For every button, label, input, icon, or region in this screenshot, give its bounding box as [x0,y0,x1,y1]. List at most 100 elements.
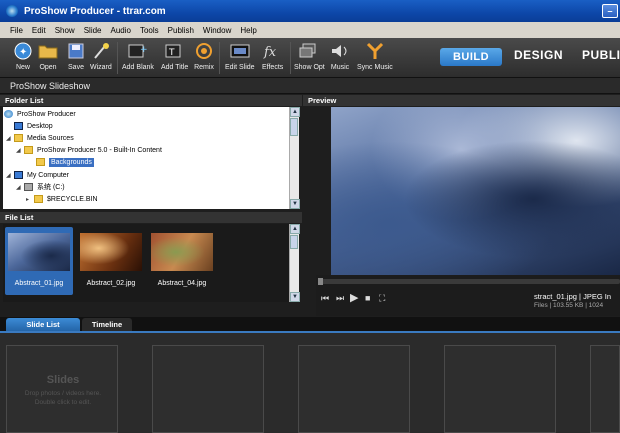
menu-help[interactable]: Help [240,26,256,35]
menu-show[interactable]: Show [55,26,75,35]
collapse-arrow-icon[interactable]: ◢ [16,147,22,154]
file-item[interactable]: Abstract_04.jpg [148,227,216,295]
preview-header: Preview [303,95,620,106]
file-list-scrollbar[interactable]: ▲ ▼ [289,224,300,302]
preview-file-meta: Files | 103.55 KB | 1024 [534,302,604,309]
folder-list-header: Folder List [0,95,302,106]
menu-audio[interactable]: Audio [111,26,131,35]
scroll-thumb[interactable] [290,235,298,249]
tree-item-recycle-bin[interactable]: ▸ $RECYCLE.BIN [26,193,98,205]
wizard-icon [91,41,111,61]
remix-button[interactable]: Remix [194,41,214,71]
tree-item-built-in-content[interactable]: ◢ ProShow Producer 5.0 - Built-In Conten… [16,144,162,156]
collapse-arrow-icon[interactable]: ◢ [6,172,12,179]
music-button[interactable]: Music [330,41,350,71]
slide-slot[interactable] [298,345,410,433]
sync-music-icon [365,41,385,61]
minimize-button[interactable]: – [602,4,618,18]
scroll-up-icon[interactable]: ▲ [290,107,300,117]
tree-item-backgrounds[interactable]: Backgrounds [36,156,94,168]
menu-publish[interactable]: Publish [168,26,194,35]
slide-slot[interactable]: Slides Drop photos / videos here. Double… [6,345,118,433]
menu-file[interactable]: File [10,26,23,35]
menu-bar: File Edit Show Slide Audio Tools Publish… [0,22,620,38]
folder-list-scrollbar[interactable]: ▲ ▼ [289,107,300,209]
tree-item-desktop[interactable]: Desktop [14,120,53,132]
effects-icon: fx [263,41,283,61]
menu-window[interactable]: Window [203,26,231,35]
wizard-button[interactable]: Wizard [90,41,112,71]
tree-item-my-computer[interactable]: ◢ My Computer [6,169,69,181]
window-controls: – [602,4,618,18]
menu-tools[interactable]: Tools [140,26,159,35]
file-thumbnail [8,233,70,271]
file-item[interactable]: Abstract_01.jpg [5,227,73,295]
effects-button[interactable]: fx Effects [262,41,283,71]
file-item[interactable]: Abstract_02.jpg [77,227,145,295]
expand-arrow-icon[interactable]: ▸ [26,196,32,203]
folder-icon [24,146,33,154]
tree-item-proshow-producer[interactable]: ProShow Producer [4,108,76,120]
window-title: ProShow Producer - ttrar.com [24,5,166,17]
toolbar-separator [117,42,118,74]
preview-seek-bar[interactable] [318,278,620,285]
edit-slide-button[interactable]: Edit Slide [225,41,255,71]
music-icon [330,41,350,61]
folder-tree: ProShow Producer Desktop ◢ Media Sources… [3,107,289,209]
slide-slot[interactable] [152,345,264,433]
media-sources-icon [14,134,23,142]
desktop-icon [14,122,23,130]
seek-knob[interactable] [318,278,323,285]
add-blank-button[interactable]: + Add Blank [122,41,154,71]
tree-item-drive-c[interactable]: ◢ 系统 (C:) [16,181,65,193]
step-back-icon[interactable]: ⏭ [336,293,344,304]
project-title: ProShow Slideshow [0,78,620,94]
stop-icon[interactable]: ■ [365,293,370,303]
scroll-down-icon[interactable]: ▼ [290,199,300,209]
app-icon [6,5,18,17]
tree-item-media-sources[interactable]: ◢ Media Sources [6,132,74,144]
design-mode-button[interactable]: DESIGN [514,48,563,62]
skip-back-icon[interactable]: ⏮ [321,293,329,304]
menu-edit[interactable]: Edit [32,26,46,35]
scroll-up-icon[interactable]: ▲ [290,224,300,234]
show-options-button[interactable]: Show Opt [294,41,325,71]
save-button[interactable]: Save [66,41,86,71]
tab-slide-list[interactable]: Slide List [6,318,80,331]
file-list-header: File List [0,212,302,223]
build-mode-button[interactable]: BUILD [440,48,502,66]
remix-icon [194,41,214,61]
collapse-arrow-icon[interactable]: ◢ [6,135,12,142]
svg-text:✦: ✦ [19,47,27,58]
computer-icon [14,171,23,179]
scroll-thumb[interactable] [290,118,298,136]
sync-music-button[interactable]: Sync Music [357,41,393,71]
fullscreen-icon[interactable]: ⛶ [379,293,385,304]
open-folder-icon [38,41,58,61]
publish-mode-button[interactable]: PUBLIS [582,48,620,62]
open-button[interactable]: Open [38,41,58,71]
svg-text:fx: fx [263,45,277,59]
svg-text:+: + [140,45,148,55]
tab-timeline[interactable]: Timeline [82,318,132,331]
play-icon[interactable]: ▶ [350,291,358,304]
folder-icon [36,158,45,166]
scroll-down-icon[interactable]: ▼ [290,292,300,302]
add-blank-icon: + [128,41,148,61]
globe-icon [4,110,13,118]
file-list: Abstract_01.jpg Abstract_02.jpg Abstract… [3,224,289,302]
menu-slide[interactable]: Slide [84,26,102,35]
new-icon: ✦ [13,41,33,61]
add-title-button[interactable]: T Add Title [161,41,188,71]
title-bar: ProShow Producer - ttrar.com – [0,0,620,22]
show-options-icon [299,41,319,61]
slide-list-area[interactable]: Slides Drop photos / videos here. Double… [0,331,620,433]
add-title-icon: T [165,41,185,61]
file-thumbnail [80,233,142,271]
new-button[interactable]: ✦ New [13,41,33,71]
collapse-arrow-icon[interactable]: ◢ [16,184,22,191]
disk-icon [24,183,33,191]
svg-text:T: T [168,48,175,58]
slide-slot[interactable] [590,345,620,433]
slide-slot[interactable] [444,345,556,433]
